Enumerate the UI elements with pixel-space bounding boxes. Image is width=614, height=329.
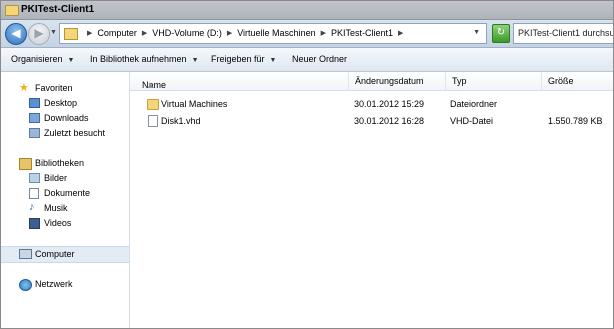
address-bar-area: ◀ ▶ ▼ ▶ Computer ▶ VHD-Volume (D:) ▶ Vir…: [1, 20, 613, 48]
table-row[interactable]: Virtual Machines 30.01.2012 15:29 Dateio…: [130, 96, 613, 112]
column-header-label: Änderungsdatum: [355, 76, 424, 86]
sidebar-item-label: Dokumente: [44, 188, 91, 198]
window-title: PKITest-Client1: [21, 4, 95, 15]
sidebar-item-videos[interactable]: Videos: [1, 216, 129, 231]
table-row[interactable]: Disk1.vhd 30.01.2012 16:28 VHD-Datei 1.5…: [130, 113, 613, 129]
folder-icon: [64, 28, 78, 40]
sidebar-item-computer[interactable]: Computer: [1, 246, 129, 263]
sidebar-item-downloads[interactable]: Downloads: [1, 111, 129, 126]
chevron-right-icon[interactable]: ▶: [227, 28, 232, 39]
sidebar-item-label: Bilder: [44, 173, 68, 183]
new-folder-label: Neuer Ordner: [292, 54, 348, 64]
libraries-icon: [19, 158, 32, 170]
column-header-date[interactable]: Änderungsdatum: [349, 72, 446, 91]
file-name: Disk1.vhd: [161, 116, 201, 126]
sidebar-item-favorites[interactable]: ★ Favoriten: [1, 81, 129, 96]
sidebar-item-pictures[interactable]: Bilder: [1, 171, 129, 186]
chevron-down-icon: ▼: [67, 57, 75, 64]
breadcrumb: ▶ Computer ▶ VHD-Volume (D:) ▶ Virtuelle…: [82, 28, 408, 39]
share-with-label: Freigeben für: [211, 54, 265, 64]
breadcrumb-item[interactable]: Virtuelle Maschinen: [237, 28, 315, 39]
command-bar: Organisieren ▼ In Bibliothek aufnehmen ▼ F…: [1, 48, 613, 72]
network-icon: [19, 279, 32, 291]
include-in-library-button[interactable]: In Bibliothek aufnehmen ▼: [90, 54, 199, 64]
documents-icon: [29, 188, 39, 199]
chevron-down-icon: ▼: [191, 57, 199, 64]
sidebar-item-label: Favoriten: [35, 83, 73, 93]
file-icon: [148, 115, 158, 127]
sidebar-item-network[interactable]: Netzwerk: [1, 277, 129, 292]
computer-icon: [19, 249, 32, 259]
forward-button[interactable]: ▶: [28, 23, 50, 45]
recent-places-icon: [29, 128, 40, 138]
sidebar-item-label: Downloads: [44, 113, 89, 123]
downloads-icon: [29, 113, 40, 123]
organize-button[interactable]: Organisieren ▼: [11, 54, 74, 64]
file-type: VHD-Datei: [450, 116, 494, 126]
explorer-window: PKITest-Client1 ◀ ▶ ▼ ▶ Computer ▶ VHD-V…: [0, 0, 614, 329]
organize-label: Organisieren: [11, 54, 63, 64]
include-library-label: In Bibliothek aufnehmen: [90, 54, 187, 64]
breadcrumb-item[interactable]: VHD-Volume (D:): [152, 28, 222, 39]
folder-icon: [147, 99, 159, 110]
file-name: Virtual Machines: [161, 99, 228, 109]
address-history-dropdown-icon[interactable]: ▼: [473, 29, 480, 36]
sidebar-item-desktop[interactable]: Desktop: [1, 96, 129, 111]
sidebar-item-label: Desktop: [44, 98, 78, 108]
file-size: 1.550.789 KB: [548, 116, 603, 126]
sidebar-item-label: Zuletzt besucht: [44, 128, 106, 138]
videos-icon: [29, 218, 40, 229]
address-field[interactable]: ▶ Computer ▶ VHD-Volume (D:) ▶ Virtuelle…: [59, 23, 487, 44]
column-header-label: Typ: [452, 76, 467, 86]
file-date: 30.01.2012 16:28: [354, 116, 425, 126]
share-with-button[interactable]: Freigeben für ▼: [211, 54, 276, 64]
sidebar-item-documents[interactable]: Dokumente: [1, 186, 129, 201]
recent-pages-dropdown-icon[interactable]: ▼: [50, 29, 57, 36]
sidebar-item-label: Netzwerk: [35, 279, 73, 289]
chevron-right-icon[interactable]: ▶: [87, 28, 92, 39]
sidebar-item-label: Musik: [44, 203, 68, 213]
refresh-button[interactable]: ↻: [492, 24, 510, 43]
file-type: Dateiordner: [450, 99, 498, 109]
column-header-name[interactable]: Name ▲: [130, 72, 349, 91]
breadcrumb-item[interactable]: PKITest-Client1: [331, 28, 393, 39]
chevron-right-icon[interactable]: ▶: [321, 28, 326, 39]
folder-icon: [5, 5, 19, 16]
file-list: Name ▲ Änderungsdatum Typ Größe Virtual M…: [130, 72, 613, 328]
star-icon: ★: [19, 82, 29, 94]
sidebar-item-music[interactable]: ♪ Musik: [1, 201, 129, 216]
sidebar-item-libraries[interactable]: Bibliotheken: [1, 156, 129, 171]
column-header-type[interactable]: Typ: [446, 72, 542, 91]
sidebar-item-label: Bibliotheken: [35, 158, 85, 168]
navigation-pane: ★ Favoriten Desktop Downloads Zuletzt be…: [1, 72, 130, 328]
breadcrumb-item[interactable]: Computer: [97, 28, 137, 39]
sort-ascending-icon: ▲: [146, 80, 155, 90]
sidebar-item-label: Videos: [44, 218, 72, 228]
pictures-icon: [29, 173, 40, 183]
column-header-size[interactable]: Größe: [542, 72, 613, 91]
chevron-right-icon[interactable]: ▶: [142, 28, 147, 39]
back-button[interactable]: ◀: [5, 23, 27, 45]
chevron-right-icon[interactable]: ▶: [398, 28, 403, 39]
column-header-label: Größe: [548, 76, 574, 86]
sidebar-item-recent-places[interactable]: Zuletzt besucht: [1, 126, 129, 141]
file-date: 30.01.2012 15:29: [354, 99, 425, 109]
desktop-icon: [29, 98, 40, 108]
new-folder-button[interactable]: Neuer Ordner: [292, 54, 347, 64]
sidebar-item-label: Computer: [35, 249, 75, 259]
title-bar: PKITest-Client1: [1, 1, 613, 20]
search-placeholder: PKITest-Client1 durchsu: [518, 28, 614, 38]
chevron-down-icon: ▼: [269, 57, 277, 64]
music-icon: ♪: [29, 201, 35, 213]
search-input[interactable]: PKITest-Client1 durchsu: [513, 23, 614, 44]
